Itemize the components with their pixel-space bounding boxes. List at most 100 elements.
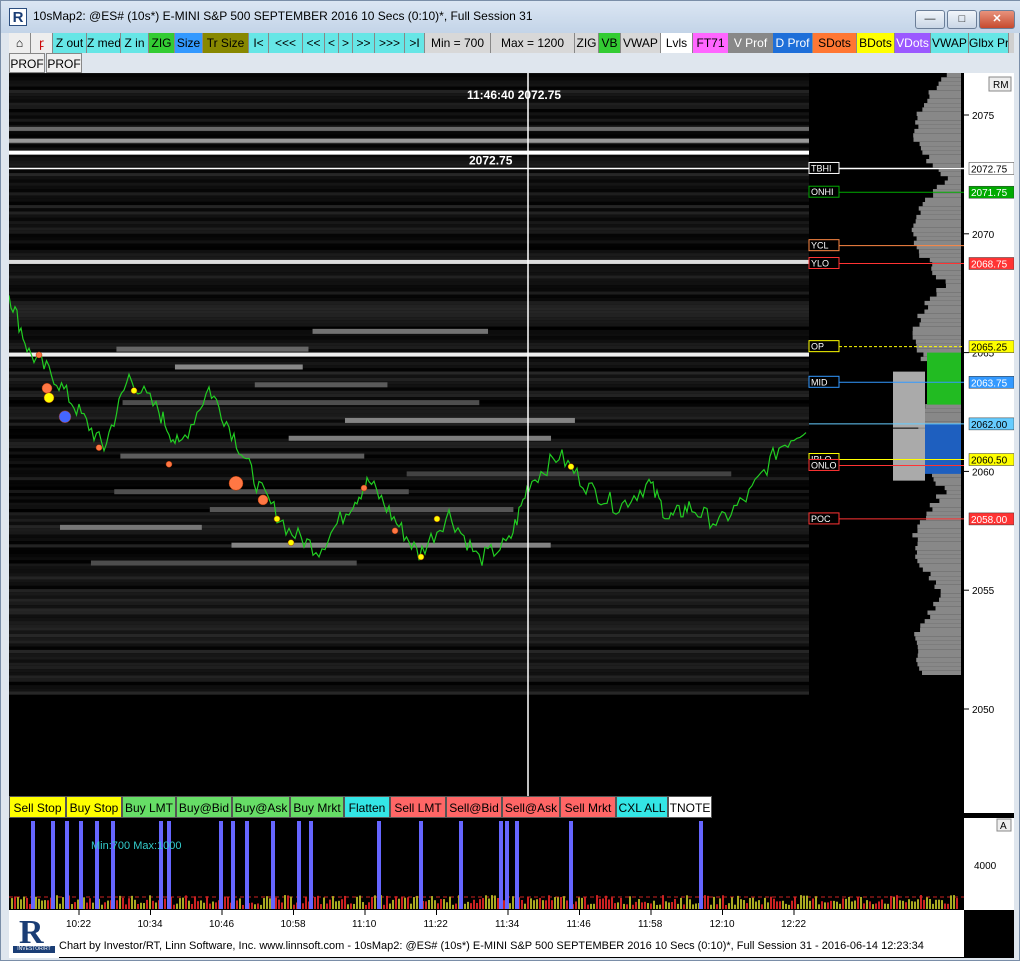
app-logo-icon: R bbox=[9, 8, 27, 26]
toolbar-btn-lvls-19[interactable]: Lvls bbox=[661, 33, 693, 53]
volume-bar bbox=[905, 902, 907, 909]
x-tick-label: 12:22 bbox=[781, 919, 806, 930]
home-icon[interactable]: ⌂ bbox=[9, 33, 31, 53]
map-band bbox=[9, 205, 809, 209]
order-btn-flatten[interactable]: Flatten bbox=[344, 796, 390, 818]
trade-dot bbox=[165, 461, 173, 468]
map-band bbox=[9, 189, 809, 193]
volume-bar bbox=[803, 895, 805, 909]
volume-bar bbox=[488, 898, 490, 909]
volume-profile-bar bbox=[924, 103, 961, 108]
toolbar-btn-z-in-2[interactable]: Z in bbox=[121, 33, 149, 53]
volume-bar bbox=[872, 904, 874, 909]
toolbar-btn--i-13[interactable]: >I bbox=[405, 33, 425, 53]
map-band bbox=[9, 80, 809, 84]
toolbar-btn-zig-16[interactable]: ZIG bbox=[575, 33, 599, 53]
toolbar-btn-size-4[interactable]: Size bbox=[175, 33, 203, 53]
volume-bar bbox=[269, 898, 271, 909]
map-band bbox=[9, 585, 809, 590]
minimize-button[interactable]: — bbox=[915, 10, 945, 29]
toolbar-btn-i--6[interactable]: I< bbox=[249, 33, 269, 53]
volume-bar bbox=[494, 895, 496, 909]
y-tick-label: 2060 bbox=[972, 467, 995, 478]
toolbar-btn-glbx-pro-27[interactable]: Glbx Pro bbox=[969, 33, 1009, 53]
order-btn-sell-ask[interactable]: Sell@Ask bbox=[502, 796, 560, 818]
toolbar-btn-vdots-25[interactable]: VDots bbox=[895, 33, 931, 53]
volume-bar bbox=[839, 903, 841, 909]
profile-session bbox=[893, 428, 925, 481]
toolbar-btn-zig-3[interactable]: ZIG bbox=[149, 33, 175, 53]
order-btn-tnote[interactable]: TNOTE bbox=[668, 796, 712, 818]
volume-bar bbox=[323, 897, 325, 909]
order-btn-sell-lmt[interactable]: Sell LMT bbox=[390, 796, 446, 818]
volume-bar bbox=[815, 896, 817, 909]
toolbar-btn-tr-size-5[interactable]: Tr Size bbox=[203, 33, 249, 53]
toolbar-btn---10[interactable]: > bbox=[339, 33, 353, 53]
a-button-label[interactable]: A bbox=[1000, 821, 1007, 832]
volume-profile-bar bbox=[919, 141, 961, 147]
volume-bar bbox=[644, 901, 646, 909]
prof-button[interactable]: PROF bbox=[9, 53, 45, 73]
volume-bar bbox=[371, 896, 373, 909]
volume-profile-bar bbox=[919, 520, 961, 525]
volume-bar bbox=[551, 900, 553, 909]
tool-icon[interactable]: ꝼ bbox=[31, 33, 53, 53]
toolbar-btn-v-prof-21[interactable]: V Prof bbox=[729, 33, 773, 53]
volume-spike bbox=[569, 821, 573, 909]
volume-profile-bar bbox=[922, 107, 961, 112]
volume-profile-bar bbox=[932, 163, 961, 168]
volume-bar bbox=[26, 897, 28, 909]
prof-button-2[interactable]: PROF bbox=[46, 53, 82, 73]
volume-bar bbox=[827, 902, 829, 909]
order-btn-buy-bid[interactable]: Buy@Bid bbox=[176, 796, 232, 818]
order-btn-sell-mrkt[interactable]: Sell Mrkt bbox=[560, 796, 616, 818]
volume-spike bbox=[245, 821, 249, 909]
price-chart[interactable]: 11:46:40 2072.75 2072.75 TBHI 2072.75 ONHI 20… bbox=[9, 73, 1014, 958]
map-band bbox=[9, 179, 809, 183]
volume-profile-bar bbox=[916, 550, 961, 555]
toolbar-btn-z-out-0[interactable]: Z out bbox=[53, 33, 87, 53]
order-btn-buy-mrkt[interactable]: Buy Mrkt bbox=[290, 796, 344, 818]
chart-canvas[interactable]: 11:46:40 2072.75 2072.75 TBHI 2072.75 ONHI 20… bbox=[9, 73, 1014, 958]
order-btn-cxl-all[interactable]: CXL ALL bbox=[616, 796, 668, 818]
toolbar-btn---9[interactable]: < bbox=[325, 33, 339, 53]
toolbar-btn-sdots-23[interactable]: SDots bbox=[813, 33, 857, 53]
volume-bar bbox=[305, 897, 307, 909]
toolbar-btn---8[interactable]: << bbox=[303, 33, 325, 53]
volume-spike bbox=[79, 821, 83, 909]
volume-bar bbox=[332, 896, 334, 909]
volume-profile-bar bbox=[944, 180, 961, 185]
toolbar-btn-max-1200-15[interactable]: Max = 1200 bbox=[491, 33, 575, 53]
toolbar-btn-z-med-1[interactable]: Z med bbox=[87, 33, 121, 53]
map-band bbox=[9, 377, 809, 382]
volume-bar bbox=[47, 900, 49, 909]
order-btn-buy-lmt[interactable]: Buy LMT bbox=[122, 796, 176, 818]
volume-bar bbox=[890, 895, 892, 909]
liquidity-band bbox=[9, 352, 809, 357]
volume-bar bbox=[659, 904, 661, 909]
toolbar-btn---11[interactable]: >> bbox=[353, 33, 375, 53]
toolbar-btn-ft71-20[interactable]: FT71 bbox=[693, 33, 729, 53]
rm-button-label[interactable]: RM bbox=[993, 80, 1009, 91]
order-btn-sell-stop[interactable]: Sell Stop bbox=[9, 796, 66, 818]
toolbar-btn-min-700-14[interactable]: Min = 700 bbox=[425, 33, 491, 53]
toolbar-btn-vwap-26[interactable]: VWAP bbox=[931, 33, 969, 53]
restore-button[interactable]: □ bbox=[947, 10, 977, 29]
volume-bar bbox=[62, 897, 64, 909]
volume-bar bbox=[23, 896, 25, 909]
volume-bar bbox=[788, 904, 790, 909]
toolbar-btn-vb-17[interactable]: VB bbox=[599, 33, 621, 53]
order-btn-buy-ask[interactable]: Buy@Ask bbox=[232, 796, 290, 818]
toolbar-btn---12[interactable]: >>> bbox=[375, 33, 405, 53]
volume-bar bbox=[215, 902, 217, 909]
toolbar-btn-d-prof-22[interactable]: D Prof bbox=[773, 33, 813, 53]
toolbar-btn---7[interactable]: <<< bbox=[269, 33, 303, 53]
close-button[interactable]: ✕ bbox=[979, 10, 1015, 29]
order-btn-buy-stop[interactable]: Buy Stop bbox=[66, 796, 122, 818]
volume-bar bbox=[509, 903, 511, 909]
volume-bar bbox=[14, 896, 16, 909]
toolbar-btn-vwap-18[interactable]: VWAP bbox=[621, 33, 661, 53]
order-btn-sell-bid[interactable]: Sell@Bid bbox=[446, 796, 502, 818]
volume-bar bbox=[707, 895, 709, 909]
toolbar-btn-bdots-24[interactable]: BDots bbox=[857, 33, 895, 53]
